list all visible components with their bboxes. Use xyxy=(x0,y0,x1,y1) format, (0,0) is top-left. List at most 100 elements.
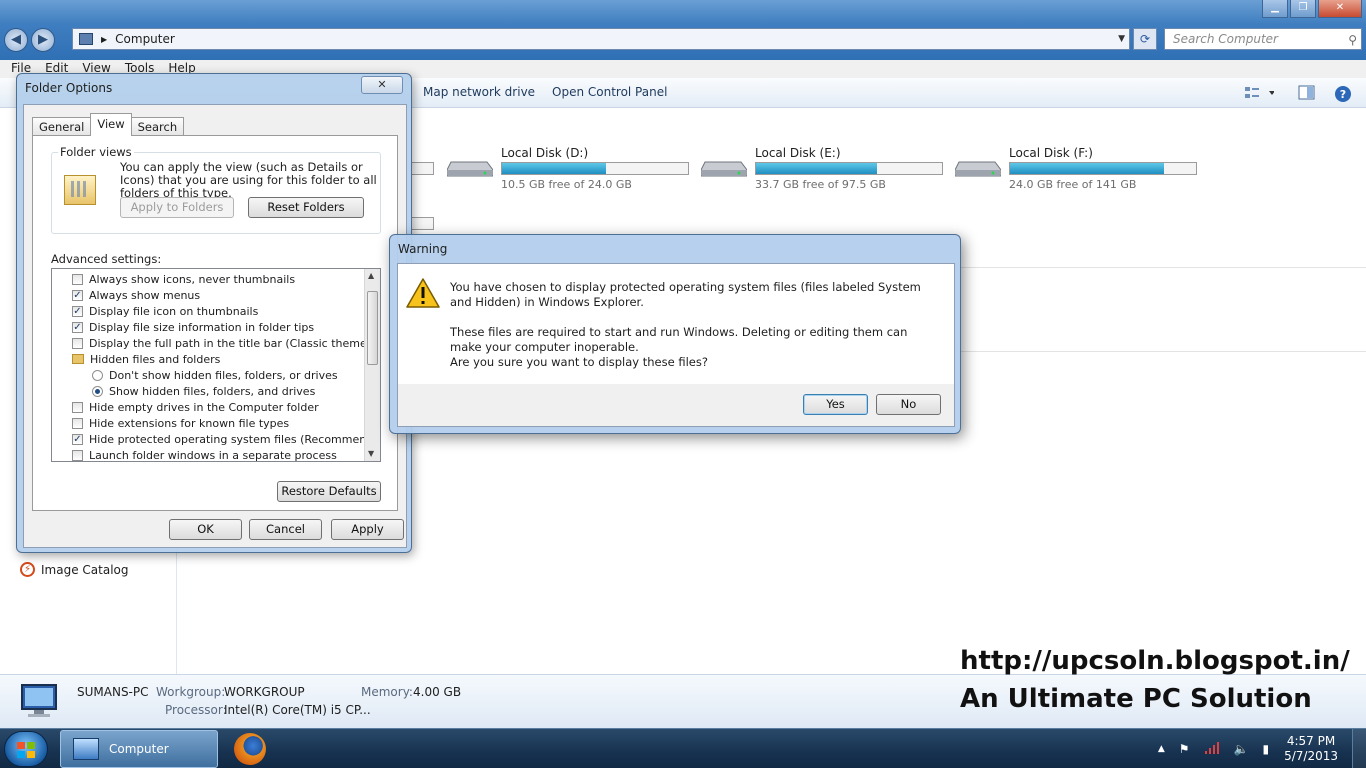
computer-monitor-icon xyxy=(21,684,57,717)
drive-f[interactable]: Local Disk (F:) 24.0 GB free of 141 GB xyxy=(955,146,1205,191)
image-catalog-item[interactable]: ⚡ Image Catalog xyxy=(20,562,128,577)
dialog-title: Warning xyxy=(398,242,448,256)
warning-message-3: Are you sure you want to display these f… xyxy=(450,355,708,369)
no-button[interactable]: No xyxy=(876,394,941,415)
settings-option-label: Show hidden files, folders, and drives xyxy=(109,384,316,398)
checkbox[interactable]: ✓ xyxy=(72,321,83,333)
open-control-panel-button[interactable]: Open Control Panel xyxy=(552,85,667,99)
windows-logo-icon xyxy=(17,742,35,758)
settings-option-label: Hide protected operating system files (R… xyxy=(89,432,381,446)
taskbar: Computer ▲ ⚑ 🔈 ▮ 4:57 PM 5/7/2013 xyxy=(0,728,1366,768)
forward-button[interactable]: ▶ xyxy=(31,28,55,52)
settings-option-label: Always show menus xyxy=(89,288,201,302)
checkbox[interactable] xyxy=(72,417,83,429)
firefox-icon[interactable] xyxy=(234,733,266,765)
minimize-button[interactable]: ▁ xyxy=(1262,0,1288,18)
drive-bar-partial xyxy=(412,162,434,175)
close-button[interactable]: ✕ xyxy=(361,76,403,94)
settings-scrollbar[interactable]: ▲ ▼ xyxy=(364,269,380,461)
clock[interactable]: 4:57 PM 5/7/2013 xyxy=(1284,734,1338,764)
restore-defaults-button[interactable]: Restore Defaults xyxy=(277,481,381,502)
advanced-settings-list[interactable]: Launch folder windows in a separate proc… xyxy=(51,268,381,462)
address-bar[interactable]: ▶ Computer ▼ xyxy=(72,28,1130,50)
scrollbar-thumb[interactable] xyxy=(367,291,378,365)
drive-bar-partial xyxy=(412,217,434,230)
yes-button[interactable]: Yes xyxy=(803,394,868,415)
processor-value: Intel(R) Core(TM) i5 CP... xyxy=(224,703,371,717)
help-icon[interactable]: ? xyxy=(1334,85,1351,102)
tab-strip: General View Search xyxy=(32,113,185,136)
maximize-button[interactable]: ❐ xyxy=(1290,0,1316,18)
power-icon[interactable]: ▮ xyxy=(1262,742,1269,756)
settings-option[interactable]: ✓ Always show menus xyxy=(52,287,364,303)
drive-usage-fill xyxy=(756,163,877,174)
settings-option[interactable]: Don't show hidden files, folders, or dri… xyxy=(52,367,364,383)
warning-dialog: Warning You have chosen to display prote… xyxy=(389,234,961,434)
view-tab-panel: Folder views You can apply the view (suc… xyxy=(32,135,398,511)
show-desktop-button[interactable] xyxy=(1352,729,1366,768)
radio-button[interactable] xyxy=(92,369,103,381)
refresh-button[interactable]: ⟳ xyxy=(1133,28,1157,50)
cancel-button[interactable]: Cancel xyxy=(249,519,322,540)
drive-e[interactable]: Local Disk (E:) 33.7 GB free of 97.5 GB xyxy=(701,146,951,191)
tab-search[interactable]: Search xyxy=(130,117,185,136)
preview-pane-icon[interactable] xyxy=(1298,85,1315,101)
folder-views-icon xyxy=(64,175,96,205)
settings-option[interactable]: Hide empty drives in the Computer folder xyxy=(52,399,364,415)
lightning-icon: ⚡ xyxy=(20,562,35,577)
tab-general[interactable]: General xyxy=(32,117,92,136)
drive-free-space: 10.5 GB free of 24.0 GB xyxy=(501,178,632,191)
view-options-icon[interactable] xyxy=(1244,85,1275,101)
scroll-up-icon[interactable]: ▲ xyxy=(368,271,374,280)
checkbox[interactable]: ✓ xyxy=(72,305,83,317)
image-catalog-label: Image Catalog xyxy=(41,562,129,577)
settings-option-label: Don't show hidden files, folders, or dri… xyxy=(109,368,338,382)
settings-option[interactable]: Always show icons, never thumbnails xyxy=(52,271,364,287)
chevron-down-icon[interactable]: ▼ xyxy=(1118,34,1125,44)
apply-button[interactable]: Apply xyxy=(331,519,404,540)
search-input[interactable]: Search Computer ⚲ xyxy=(1164,28,1362,50)
close-button[interactable]: ✕ xyxy=(1318,0,1362,18)
action-center-flag-icon[interactable]: ⚑ xyxy=(1179,742,1190,756)
show-hidden-icons-icon[interactable]: ▲ xyxy=(1158,744,1165,754)
search-icon[interactable]: ⚲ xyxy=(1348,30,1357,50)
settings-option[interactable]: Hide extensions for known file types xyxy=(52,415,364,431)
settings-option[interactable]: Show hidden files, folders, and drives xyxy=(52,383,364,399)
settings-option-label: Display file size information in folder … xyxy=(89,320,315,334)
folder-views-group: Folder views You can apply the view (suc… xyxy=(51,145,381,234)
checkbox[interactable] xyxy=(72,273,83,285)
taskbar-item-computer[interactable]: Computer xyxy=(60,730,218,768)
ok-button[interactable]: OK xyxy=(169,519,242,540)
start-button[interactable] xyxy=(4,731,48,767)
settings-option[interactable]: Launch folder windows in a separate proc… xyxy=(52,447,364,461)
checkbox[interactable] xyxy=(72,401,83,413)
svg-text:?: ? xyxy=(1340,88,1346,101)
back-button[interactable]: ◀ xyxy=(4,28,28,52)
checkbox[interactable]: ✓ xyxy=(72,433,83,445)
checkbox[interactable]: ✓ xyxy=(72,289,83,301)
checkbox[interactable] xyxy=(72,449,83,461)
settings-option[interactable]: Display the full path in the title bar (… xyxy=(52,335,380,351)
computer-name: SUMANS-PC xyxy=(77,685,149,699)
system-tray: ▲ ⚑ 🔈 ▮ 4:57 PM 5/7/2013 xyxy=(1151,729,1366,768)
folder-icon xyxy=(72,354,84,364)
message-area: You have chosen to display protected ope… xyxy=(398,264,954,384)
hard-disk-icon xyxy=(447,161,493,177)
settings-option[interactable]: ✓ Hide protected operating system files (… xyxy=(52,431,380,447)
tab-view[interactable]: View xyxy=(90,113,132,136)
apply-to-folders-button[interactable]: Apply to Folders xyxy=(120,197,234,218)
advanced-settings-label: Advanced settings: xyxy=(51,252,162,266)
settings-option[interactable]: ✓ Display file size information in folder… xyxy=(52,319,364,335)
workgroup-value: WORKGROUP xyxy=(224,685,305,699)
settings-option[interactable]: ✓ Display file icon on thumbnails xyxy=(52,303,364,319)
checkbox[interactable] xyxy=(72,337,83,349)
volume-icon[interactable]: 🔈 xyxy=(1234,742,1249,756)
network-signal-icon[interactable] xyxy=(1204,741,1220,758)
radio-button[interactable] xyxy=(92,385,103,397)
watermark-url: http://upcsoln.blogspot.in/ xyxy=(960,646,1350,676)
drive-d[interactable]: Local Disk (D:) 10.5 GB free of 24.0 GB xyxy=(447,146,697,191)
drive-usage-bar xyxy=(1009,162,1197,175)
scroll-down-icon[interactable]: ▼ xyxy=(368,449,374,458)
map-network-drive-button[interactable]: Map network drive xyxy=(423,85,535,99)
reset-folders-button[interactable]: Reset Folders xyxy=(248,197,364,218)
